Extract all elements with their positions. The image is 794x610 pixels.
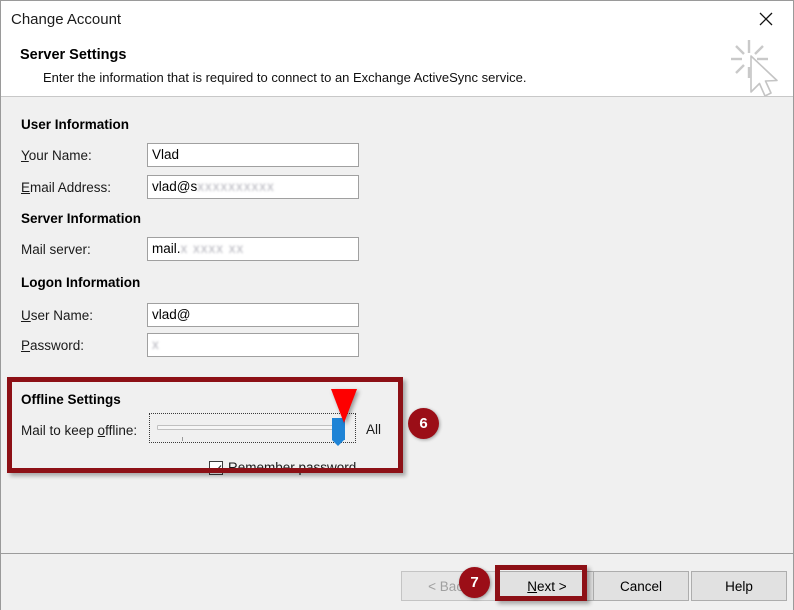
close-icon[interactable] xyxy=(745,4,787,34)
mail-server-value: mail. xyxy=(152,241,181,256)
slider-tick xyxy=(182,437,183,441)
mail-server-input[interactable]: mail.x xxxx xx xyxy=(147,237,359,261)
group-heading-logon-information: Logon Information xyxy=(21,275,141,290)
change-account-dialog: Change Account Server Settings Enter the… xyxy=(0,0,794,610)
dialog-titlebar: Change Account xyxy=(1,1,793,39)
label-password: Password: xyxy=(21,338,85,353)
slider-track xyxy=(157,425,343,430)
step-badge-7: 7 xyxy=(459,567,490,598)
mail-server-redacted: x xxxx xx xyxy=(180,241,245,256)
user-name-input[interactable]: vlad@ xyxy=(147,303,359,327)
next-button[interactable]: Next > xyxy=(499,571,595,601)
your-name-input[interactable]: Vlad xyxy=(147,143,359,167)
email-address-value: vlad@s xyxy=(152,179,198,194)
header-title: Server Settings xyxy=(20,47,127,63)
label-user-name: User Name: xyxy=(21,308,94,323)
dialog-header: Server Settings Enter the information th… xyxy=(1,39,793,97)
email-redacted: xxxxxxxxxx xyxy=(197,179,275,194)
group-heading-server-information: Server Information xyxy=(21,211,142,226)
slider-thumb[interactable] xyxy=(332,418,345,446)
dialog-title: Change Account xyxy=(11,11,122,28)
dialog-footer: < Back Next > Cancel Help xyxy=(1,553,793,610)
cancel-button[interactable]: Cancel xyxy=(593,571,689,601)
group-heading-offline-settings: Offline Settings xyxy=(21,392,121,407)
help-button[interactable]: Help xyxy=(691,571,787,601)
email-address-input[interactable]: vlad@sxxxxxxxxxx xyxy=(147,175,359,199)
remember-password-row[interactable]: Remember password xyxy=(209,460,356,475)
user-name-value: vlad@ xyxy=(152,307,191,322)
dialog-body: User Information Your Name: Vlad Email A… xyxy=(1,97,793,553)
remember-password-label: Remember password xyxy=(228,460,357,475)
remember-password-checkbox[interactable] xyxy=(209,460,223,475)
label-mail-to-keep-offline: Mail to keep offline: xyxy=(21,423,138,438)
header-subtitle: Enter the information that is required t… xyxy=(43,70,527,85)
label-email-address: Email Address: xyxy=(21,180,112,195)
slider-value-label: All xyxy=(366,422,382,437)
label-your-name: Your Name: xyxy=(21,148,92,163)
your-name-value: Vlad xyxy=(152,147,180,162)
group-heading-user-information: User Information xyxy=(21,117,130,132)
password-input[interactable]: x xyxy=(147,333,359,357)
password-redacted: x xyxy=(152,337,160,352)
cursor-sparkle-icon xyxy=(731,40,778,97)
mail-to-keep-offline-slider[interactable] xyxy=(149,413,356,446)
label-mail-server: Mail server: xyxy=(21,242,91,257)
step-badge-6: 6 xyxy=(408,408,439,439)
